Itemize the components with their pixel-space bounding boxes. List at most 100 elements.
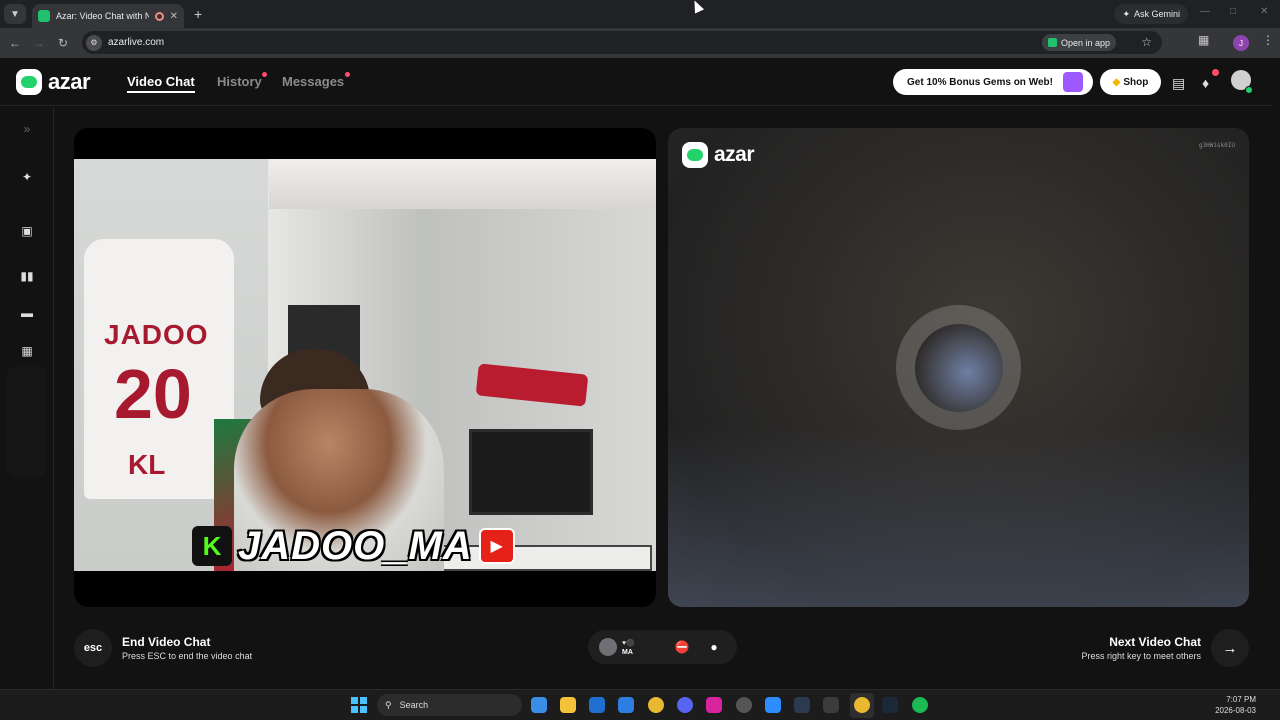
bonus-gems-promo-button[interactable]: Get 10% Bonus Gems on Web! [893,69,1093,95]
effects-icon[interactable]: ▣ [14,218,40,244]
profile-avatar[interactable]: J [1233,35,1249,51]
chrome-icon[interactable] [648,697,664,713]
gallery-app-icon[interactable] [531,697,547,713]
jersey-number-text: 20 [114,355,192,433]
url-text: azarlive.com [108,37,165,48]
nav-messages[interactable]: Messages [282,74,344,89]
spotify-icon[interactable] [912,697,928,713]
forward-arrow-icon[interactable]: → [27,36,51,50]
open-in-app-label: Open in app [1060,37,1110,48]
jersey-letters-text: KL [128,449,166,480]
gem-icon: ◆ [1112,76,1121,88]
bell-icon[interactable]: ♦ [1202,75,1209,91]
messages-notification-dot [345,72,350,77]
browser-menu-icon[interactable]: ⋮ [1262,33,1274,47]
remote-watermark-logo: azar [682,142,755,168]
nav-video-chat[interactable]: Video Chat [127,74,195,93]
chrome-active-icon[interactable] [854,697,870,713]
extensions-puzzle-icon[interactable]: ▦ [1198,33,1209,47]
report-shield-icon[interactable]: ⛔ [674,639,690,655]
notification-badge [1212,69,1219,76]
local-video-panel: JADOO 20 KL K JADOO_MA ▶ [74,128,656,607]
layout-grid-icon[interactable]: ▦ [14,338,40,364]
browser-toolbar: ← → ↻ ⚙ azarlive.com Open in app ☆ [0,28,1280,58]
site-info-icon[interactable]: ⚙ [86,34,102,51]
new-tab-plus-icon[interactable]: + [194,6,202,22]
television [469,429,593,515]
peer-profile-ring [896,305,1021,430]
ask-gemini-label: Ask Gemini [1133,9,1180,19]
store-icon[interactable] [618,697,634,713]
inbox-icon[interactable]: ▤ [1172,75,1185,92]
local-camera-feed: JADOO 20 KL [74,159,656,571]
peer-badge-icons: ♥⚫ [622,640,635,647]
maximize-window-icon[interactable]: □ [1230,6,1236,17]
file-explorer-icon[interactable] [560,697,576,713]
tab-close-icon[interactable]: ✕ [170,11,178,22]
steam-link-icon[interactable] [794,697,810,713]
windows-taskbar: ⚲ Search 7:07 PM 2026-08-03 [0,689,1280,720]
end-video-chat-hint: Press ESC to end the video chat [122,651,253,661]
end-video-chat-title: End Video Chat [122,635,211,649]
online-status-dot [1245,86,1253,94]
reload-icon[interactable]: ↻ [51,36,75,50]
logo-text: azar [48,69,91,94]
clock-date: 2026-08-03 [1215,706,1256,715]
open-in-app-button[interactable]: Open in app [1041,34,1116,51]
browser-tab-bar: ▼ Azar: Video Chat with New ✕ + [0,0,1280,28]
youtube-logo-icon: ▶ [478,528,515,564]
magic-wand-icon[interactable]: ✦ [14,164,40,190]
clock-time: 7:07 PM [1226,695,1256,704]
watermark-logo-text: azar [714,143,755,166]
nav-history[interactable]: History [217,74,262,89]
gift-icon [1063,72,1083,92]
peer-id-text: g3HWisk0IU [1198,142,1235,149]
next-video-chat-button[interactable]: → [1211,629,1249,667]
outlook-icon[interactable] [589,697,605,713]
address-bar[interactable]: ⚙ azarlive.com Open in app ☆ [82,31,1162,54]
tab-search-chevron-icon[interactable]: ▼ [4,4,26,24]
close-window-icon[interactable]: ✕ [1260,6,1268,17]
streamer-name-overlay: K JADOO_MA ▶ [192,524,515,568]
shop-label: Shop [1123,76,1149,88]
end-video-chat-button[interactable]: esc [74,629,112,667]
discord-icon[interactable] [677,697,693,713]
taskbar-search[interactable]: ⚲ Search [377,694,522,716]
ask-gemini-button[interactable]: ✦ Ask Gemini [1114,4,1188,24]
peer-thumbnail[interactable] [599,638,617,656]
azar-logo[interactable]: azar [16,69,91,95]
bookmark-star-icon[interactable]: ☆ [1141,35,1152,49]
azar-favicon-icon [38,10,50,22]
capture-icon[interactable] [823,697,839,713]
shop-button[interactable]: ◆ Shop [1100,69,1161,95]
page-scrollbar[interactable] [1271,58,1280,688]
app-header: azar Video Chat History Messages Get 10%… [0,58,1280,106]
azar-logo-icon [682,142,708,168]
steam-icon[interactable] [882,697,898,713]
taskbar-search-placeholder: Search [399,700,429,710]
browser-tab[interactable]: Azar: Video Chat with New ✕ [32,4,184,28]
layout-side-by-side-icon[interactable]: ▮▮ [14,263,40,289]
back-arrow-icon[interactable]: ← [3,36,27,50]
clock[interactable]: 7:07 PM 2026-08-03 [1215,694,1256,716]
zoom-icon[interactable] [765,697,781,713]
windows-start-icon[interactable] [351,697,367,713]
layout-stacked-icon[interactable]: ▬ [14,300,40,326]
search-icon: ⚲ [385,699,392,710]
jersey-name-text: JADOO [104,319,209,350]
remote-video-panel: azar g3HWisk0IU [668,128,1249,607]
gemini-sparkle-icon: ✦ [1122,8,1130,19]
peer-profile-photo [914,323,1003,412]
next-video-chat-title: Next Video Chat [1109,635,1201,649]
app-icon [1047,38,1057,47]
chat-bubble-icon[interactable]: ● [706,639,722,655]
tab-title: Azar: Video Chat with New [56,11,149,21]
app-icon-8[interactable] [736,697,752,713]
minimize-window-icon[interactable]: — [1200,6,1210,17]
left-sidebar: » ✦ ▣ ▮▮ ▬ ▦ [0,107,54,689]
arrow-right-icon: → [1222,639,1238,657]
azar-logo-icon [16,69,42,95]
instagram-icon[interactable] [706,697,722,713]
layout-options [7,367,47,477]
expand-sidebar-icon[interactable]: » [14,116,40,142]
